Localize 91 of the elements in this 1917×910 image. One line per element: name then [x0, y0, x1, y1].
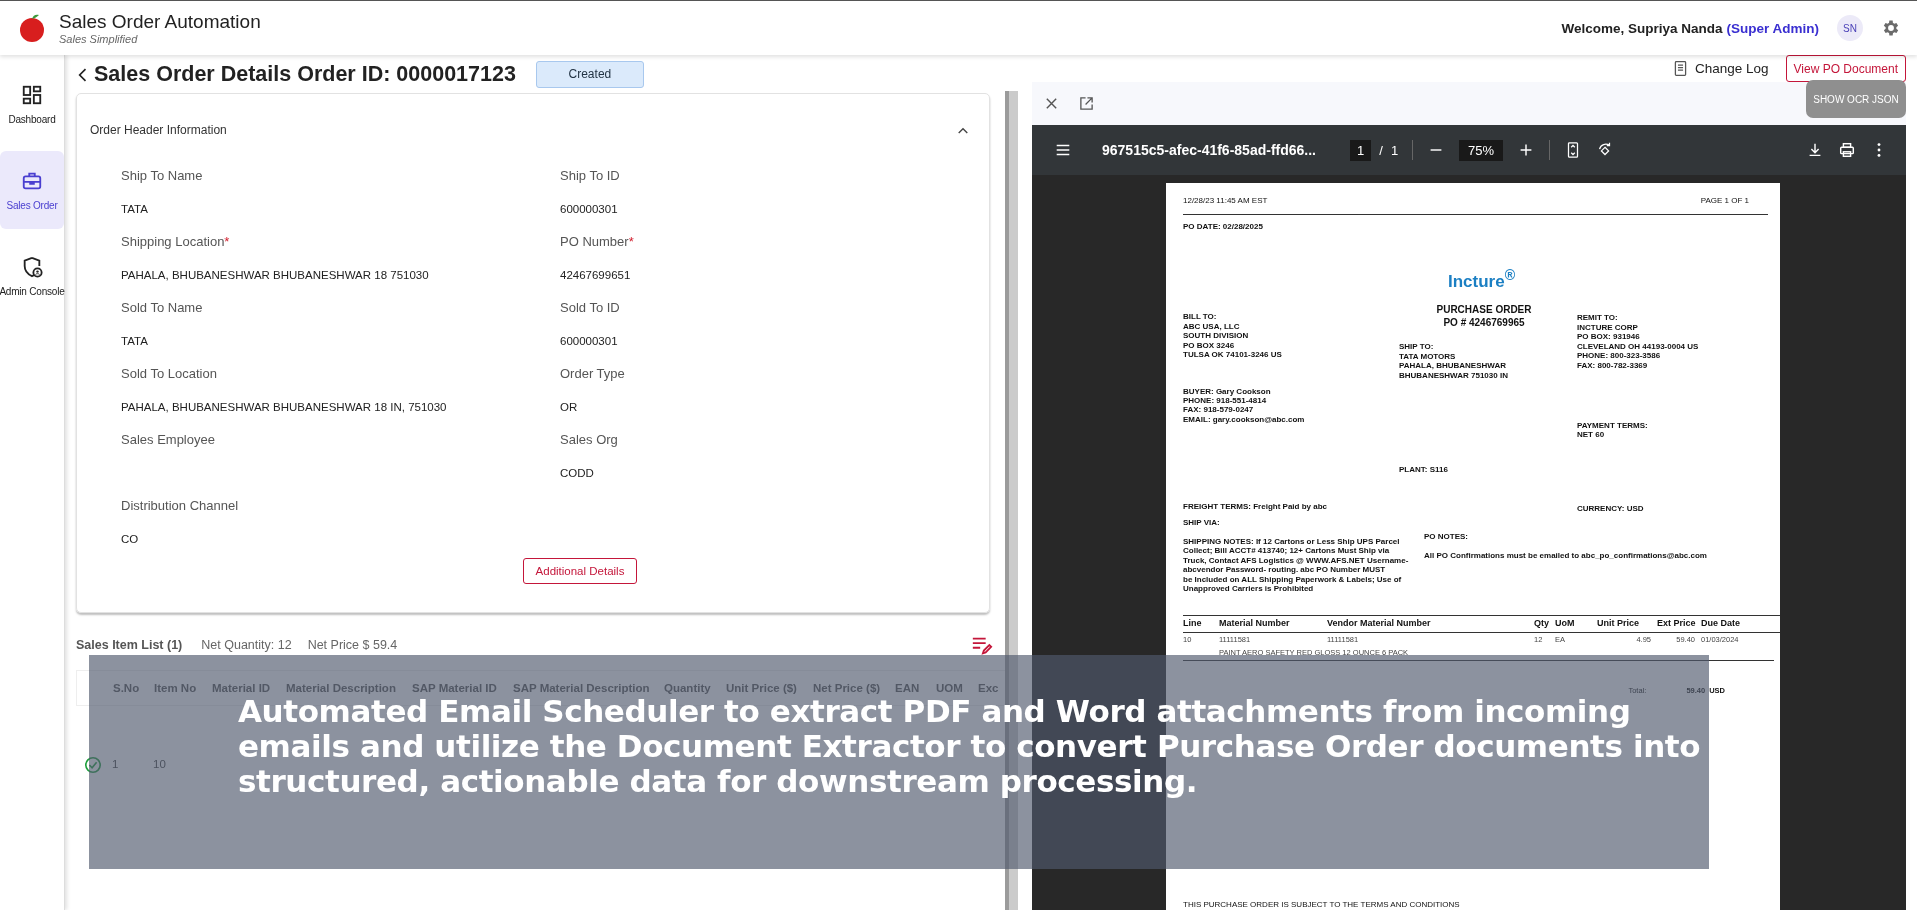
- field-value: 600000301: [560, 334, 619, 349]
- sidebar-item[interactable]: Sales Order: [0, 151, 64, 229]
- page-separator: /: [1379, 142, 1383, 158]
- column-header: Quantity: [664, 682, 712, 694]
- doc-column-header: Line: [1183, 617, 1203, 631]
- page-title: Sales Order Details Order ID: 0000017123: [94, 61, 516, 87]
- field-value: 42467699651: [560, 268, 632, 283]
- ship-via: SHIP VIA:: [1183, 517, 1221, 527]
- user-role: (Super Admin): [1726, 20, 1819, 36]
- welcome-text: Welcome, Supriya Nanda: [1561, 20, 1723, 36]
- field-value: 600000301: [560, 202, 619, 217]
- app-subtitle: Sales Simplified: [59, 33, 139, 45]
- change-log-button[interactable]: Change Log: [1671, 60, 1769, 77]
- status-badge: Created: [535, 60, 644, 88]
- column-header: Net Price ($): [813, 682, 882, 694]
- doc-column-header: Qty: [1534, 617, 1550, 631]
- app-title: Sales Order Automation: [59, 11, 261, 33]
- doc-column-header: Unit Price: [1597, 617, 1640, 631]
- field-value: TATA: [121, 202, 149, 217]
- field-label: Shipping Location*: [121, 233, 231, 251]
- field-label: Sold To ID: [560, 299, 621, 317]
- doc-column-header: Due Date: [1701, 617, 1741, 631]
- zoom-field[interactable]: 75%: [1459, 139, 1504, 161]
- net-quantity: Net Quantity: 12: [201, 638, 292, 652]
- shipping-notes: SHIPPING NOTES: If 12 Cartons or Less Ship UPS Parcel Collect; Bill ACCT# 413740; 12+ Cartons Must Ship via Truck, Contact AFS Logistics @ WWW.AFS.NET Username- abcvendor Password- routing. abc PO Number MUST be Included on ALL Shipping Paperwork & Labels; Use of Unapproved Carriers is Prohibited: [1183, 536, 1410, 594]
- file-name: 967515c5-afec-41f6-85ad-ffd66...: [1102, 142, 1316, 158]
- column-header: EAN: [895, 682, 921, 694]
- back-icon: [78, 67, 88, 83]
- currency: CURRENCY: USD: [1577, 503, 1645, 514]
- doc-timestamp: 12/28/23 11:45 AM EST: [1183, 196, 1268, 206]
- doc-column-header: Material Number: [1219, 617, 1291, 631]
- field-value: CODD: [560, 466, 595, 481]
- terms-text: THIS PURCHASE ORDER IS SUBJECT TO THE TERMS AND CONDITIONS: [1183, 899, 1461, 909]
- doc-page-label: PAGE 1 OF 1: [1700, 196, 1749, 206]
- column-header: Exc: [978, 682, 1000, 694]
- sidebar-item[interactable]: Dashboard: [0, 65, 64, 143]
- table-cell-text: 10: [153, 757, 167, 770]
- open-external-icon[interactable]: [1079, 96, 1094, 111]
- doc-title: PURCHASE ORDER PO # 4246769965: [1435, 303, 1533, 330]
- po-notes-title: PO NOTES:: [1424, 531, 1469, 542]
- plant: PLANT: S116: [1399, 465, 1449, 475]
- field-value: PAHALA, BHUBANESHWAR BHUBANESHWAR 18 IN, 751030: [121, 400, 448, 415]
- shield-user-icon: [21, 255, 43, 278]
- company-logo: Incture$^{®}$: [1447, 265, 1516, 292]
- column-header: SAP Material ID: [412, 682, 498, 694]
- column-header: S.No: [113, 682, 141, 694]
- close-icon[interactable]: [1044, 96, 1059, 111]
- field-label: Sold To Name: [121, 299, 204, 317]
- doc-column-header: Vendor Material Number: [1327, 617, 1432, 631]
- settings-icon[interactable]: [1881, 18, 1901, 38]
- po-notes-text: All PO Confirmations must be emailed to abc_po_confirmations@abc.com: [1424, 551, 1708, 561]
- column-header: SAP Material Description: [513, 682, 651, 694]
- dashboard-icon: [21, 83, 43, 106]
- field-value: PAHALA, BHUBANESHWAR BHUBANESHWAR 18 751030: [121, 268, 430, 283]
- print-icon[interactable]: [1838, 141, 1856, 159]
- buyer-details: BUYER: Gary Cookson PHONE: 918-551-4814 FAX: 918-579-0247 EMAIL: gary.cookson@abc.com: [1183, 386, 1306, 425]
- column-header: Material ID: [212, 682, 272, 694]
- column-header: Item No: [154, 682, 198, 694]
- section-title: Sales Item List (1): [76, 638, 183, 652]
- payment-terms: PAYMENT TERMS: NET 60: [1577, 420, 1649, 440]
- field-label: Sales Employee: [121, 431, 216, 449]
- field-label: Sold To Location: [121, 365, 218, 383]
- field-label: Order Type: [560, 365, 626, 383]
- section-title: Order Header Information: [90, 123, 227, 137]
- field-value: TATA: [121, 334, 149, 349]
- freight-terms: FREIGHT TERMS: Freight Paid by abc: [1183, 502, 1328, 512]
- view-po-button[interactable]: View PO Document: [1785, 55, 1906, 82]
- net-price: Net Price $ 59.4: [307, 638, 398, 652]
- ship-to-address: SHIP TO: TATA MOTORS PAHALA, BHUBANESHWAR BHUBANESHWAR 751030 IN: [1399, 342, 1509, 381]
- table-cell-text: 1: [112, 757, 120, 770]
- bill-to-address: BILL TO: ABC USA, LLC SOUTH DIVISION PO BOX 3246 TULSA OK 74101-3246 US: [1183, 312, 1283, 360]
- field-label: Ship To ID: [560, 167, 621, 185]
- column-header: UOM: [936, 682, 964, 694]
- field-label: Distribution Channel: [121, 497, 240, 515]
- sidebar-item[interactable]: Admin Console: [0, 237, 64, 315]
- page-count: 1: [1390, 142, 1399, 158]
- doc-po-date: PO DATE: 02/28/2025: [1183, 222, 1264, 232]
- additional-details-button[interactable]: Additional Details: [522, 558, 638, 584]
- field-value: CO: [121, 532, 140, 547]
- field-label: Ship To Name: [121, 167, 204, 185]
- remit-to-address: REMIT TO: INCTURE CORP PO BOX: 931946 CLEVELAND OH 44193-0004 US PHONE: 800-323-3586 FAX: 800-782-3369: [1577, 313, 1700, 370]
- doc-column-header: UoM: [1555, 617, 1576, 631]
- user-avatar[interactable]: SN: [1837, 15, 1863, 41]
- column-header: Unit Price ($): [726, 682, 798, 694]
- page-number-field[interactable]: 1: [1350, 139, 1372, 161]
- field-value: OR: [560, 400, 579, 415]
- field-label: Sales Org: [560, 431, 619, 449]
- column-header: Material Description: [286, 682, 397, 694]
- apple-logo-icon: [17, 13, 47, 43]
- doc-column-header: Ext Price: [1657, 617, 1697, 631]
- field-label: PO Number*: [560, 233, 635, 251]
